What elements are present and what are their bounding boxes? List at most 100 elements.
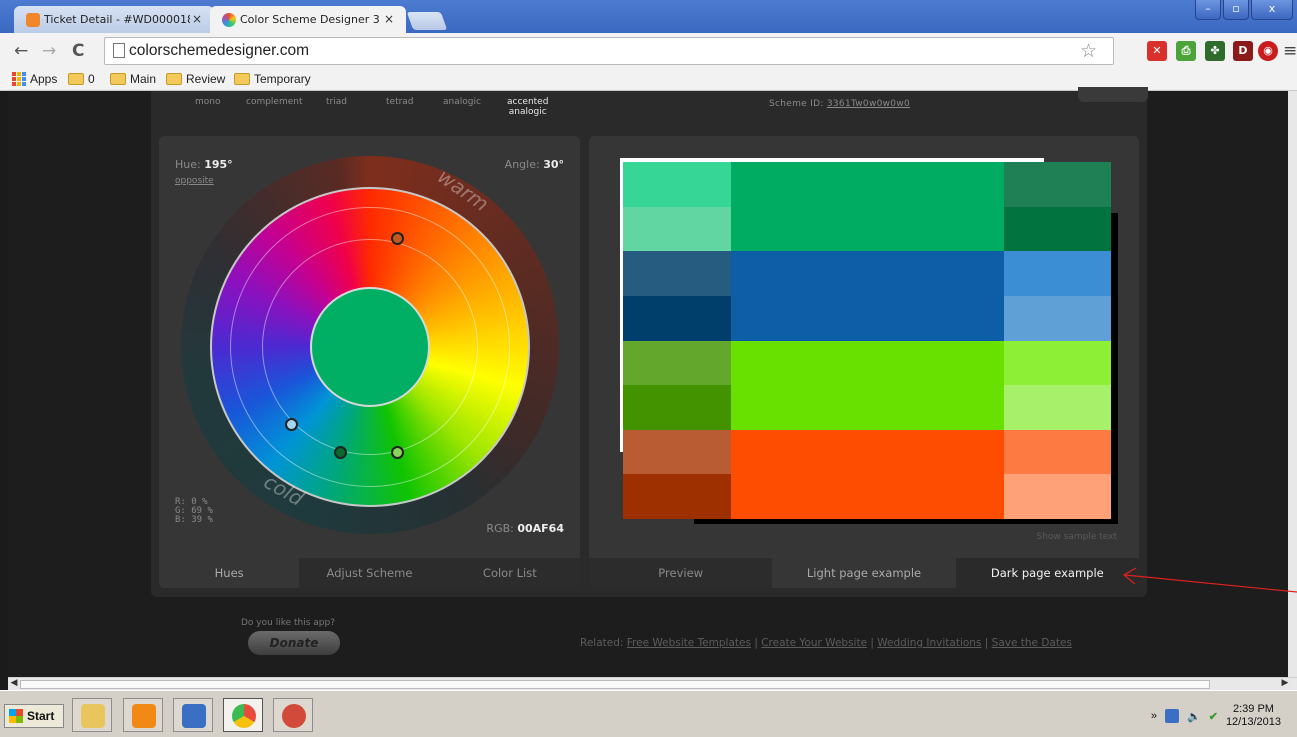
- swatch-left[interactable]: [623, 295, 731, 341]
- donate-button[interactable]: Donate: [248, 631, 340, 655]
- bird-extension-icon[interactable]: ✤: [1205, 41, 1225, 61]
- clock-date: 12/13/2013: [1225, 716, 1281, 728]
- swatch-left[interactable]: [623, 474, 731, 519]
- tab-close-icon[interactable]: ×: [384, 6, 394, 33]
- scheme-type-triad[interactable]: triad: [326, 97, 347, 107]
- swatch-right[interactable]: [1004, 340, 1111, 386]
- close-window-button[interactable]: x: [1251, 0, 1293, 20]
- swatch-right[interactable]: [1004, 295, 1111, 341]
- scheme-type-accented-analogic[interactable]: accented analogic: [507, 97, 548, 117]
- analog-handle-left-icon[interactable]: [334, 446, 347, 459]
- swatch-left[interactable]: [623, 206, 731, 252]
- color-scheme-designer-app: mono complement triad tetrad analogic ac…: [151, 87, 1148, 597]
- vertical-scrollbar[interactable]: [1288, 91, 1297, 677]
- scroll-right-arrow-icon[interactable]: ▶: [1279, 678, 1291, 688]
- tab-color-list[interactable]: Color List: [439, 558, 580, 588]
- bookmark-label: Temporary: [254, 72, 311, 86]
- tab-light-page-example[interactable]: Light page example: [772, 558, 956, 588]
- swatch-right[interactable]: [1004, 385, 1111, 430]
- hue-value: 195°: [204, 158, 233, 171]
- swatch-left[interactable]: [623, 429, 731, 475]
- checkmark-icon[interactable]: ✔: [1209, 710, 1218, 723]
- color-palette-preview[interactable]: [623, 162, 1111, 519]
- swatch-right[interactable]: [1004, 429, 1111, 475]
- bookmark-folder-review[interactable]: Review: [166, 72, 225, 86]
- scheme-id-label: Scheme ID:: [769, 99, 824, 109]
- link-save-the-dates[interactable]: Save the Dates: [992, 637, 1072, 649]
- scheme-type-analogic[interactable]: analogic: [443, 97, 481, 107]
- swatch-main[interactable]: [731, 162, 1004, 252]
- bookmark-star-icon[interactable]: ☆: [1080, 40, 1097, 62]
- clock[interactable]: 2:39 PM 12/13/2013: [1226, 703, 1281, 729]
- swatch-main[interactable]: [731, 429, 1004, 519]
- link-wedding-invitations[interactable]: Wedding Invitations: [877, 637, 981, 649]
- reload-icon[interactable]: C: [72, 41, 84, 61]
- swatch-right[interactable]: [1004, 251, 1111, 296]
- swatch-right[interactable]: [1004, 162, 1111, 207]
- scheme-id-link[interactable]: 3361Tw0w0w0w0: [827, 99, 910, 109]
- folder-icon: [166, 73, 182, 85]
- tab-dark-page-example[interactable]: Dark page example: [955, 558, 1139, 588]
- tab-strip: Ticket Detail - #WD0000183 × Color Schem…: [0, 0, 1297, 33]
- tab-close-icon[interactable]: ×: [192, 6, 202, 33]
- url-text[interactable]: colorschemedesigner.com: [129, 42, 309, 60]
- taskbar-explorer[interactable]: [72, 698, 112, 732]
- scroll-thumb[interactable]: [20, 680, 1210, 689]
- taskbar-media[interactable]: [273, 698, 313, 732]
- complement-handle-icon[interactable]: [285, 418, 298, 431]
- swatch-left[interactable]: [623, 385, 731, 430]
- scheme-type-tetrad[interactable]: tetrad: [386, 97, 414, 107]
- link-free-website-templates[interactable]: Free Website Templates: [627, 637, 751, 649]
- system-tray: » 🔈 ✔ 2:39 PM 12/13/2013: [1151, 701, 1281, 731]
- taskbar-outlook[interactable]: [123, 698, 163, 732]
- horizontal-scrollbar[interactable]: ◀ ▶: [8, 677, 1297, 690]
- opposite-link[interactable]: opposite: [175, 176, 214, 186]
- tab-color-scheme-designer[interactable]: Color Scheme Designer 3 ×: [210, 6, 406, 33]
- start-label: Start: [27, 709, 55, 723]
- show-sample-text-link[interactable]: Show sample text: [1037, 532, 1118, 542]
- volume-icon[interactable]: 🔈: [1187, 710, 1201, 723]
- minimize-button[interactable]: –: [1195, 0, 1221, 20]
- tab-ticket-detail[interactable]: Ticket Detail - #WD0000183 ×: [14, 6, 214, 33]
- bookmark-label: Apps: [30, 72, 58, 86]
- taskbar-network[interactable]: [173, 698, 213, 732]
- address-bar[interactable]: colorschemedesigner.com ☆: [104, 37, 1114, 65]
- tab-adjust-scheme[interactable]: Adjust Scheme: [299, 558, 440, 588]
- windows-logo-icon: [9, 709, 23, 723]
- chrome-menu-icon[interactable]: ≡: [1283, 41, 1297, 61]
- bookmark-folder-temporary[interactable]: Temporary: [234, 72, 311, 86]
- swatch-left[interactable]: [623, 340, 731, 386]
- tray-chevron-icon[interactable]: »: [1151, 710, 1157, 722]
- restore-button[interactable]: ▫: [1223, 0, 1249, 20]
- bookmark-folder-0[interactable]: 0: [68, 72, 95, 86]
- link-separator: |: [984, 637, 989, 649]
- back-arrow-icon[interactable]: ←: [14, 41, 28, 61]
- bookmark-folder-main[interactable]: Main: [110, 72, 156, 86]
- right-panel-tabs: Preview Light page example Dark page exa…: [589, 558, 1139, 588]
- link-create-your-website[interactable]: Create Your Website: [761, 637, 867, 649]
- swatch-left[interactable]: [623, 251, 731, 296]
- record-extension-icon[interactable]: ◉: [1258, 41, 1278, 61]
- new-tab-button[interactable]: [406, 12, 448, 30]
- swatch-left[interactable]: [623, 162, 731, 207]
- swatch-main[interactable]: [731, 251, 1004, 341]
- scroll-left-arrow-icon[interactable]: ◀: [8, 678, 20, 688]
- taskbar-chrome[interactable]: [223, 698, 263, 732]
- green-printer-extension-icon[interactable]: ⎙: [1176, 41, 1196, 61]
- scheme-type-complement[interactable]: complement: [246, 97, 303, 107]
- new-d-extension-icon[interactable]: D: [1233, 41, 1253, 61]
- network-tray-icon[interactable]: [1165, 709, 1180, 723]
- corner-tab: [1078, 87, 1148, 102]
- swatch-right[interactable]: [1004, 206, 1111, 252]
- bookmark-apps[interactable]: Apps: [12, 72, 57, 86]
- hue-handle-icon[interactable]: [391, 232, 404, 245]
- forward-arrow-icon[interactable]: →: [42, 41, 56, 61]
- tab-preview[interactable]: Preview: [589, 558, 773, 588]
- analog-handle-right-icon[interactable]: [391, 446, 404, 459]
- swatch-right[interactable]: [1004, 474, 1111, 519]
- swatch-main[interactable]: [731, 340, 1004, 430]
- red-x-extension-icon[interactable]: ✕: [1147, 41, 1167, 61]
- start-button[interactable]: Start: [4, 704, 64, 728]
- scheme-type-mono[interactable]: mono: [195, 97, 220, 107]
- tab-hues[interactable]: Hues: [159, 558, 300, 588]
